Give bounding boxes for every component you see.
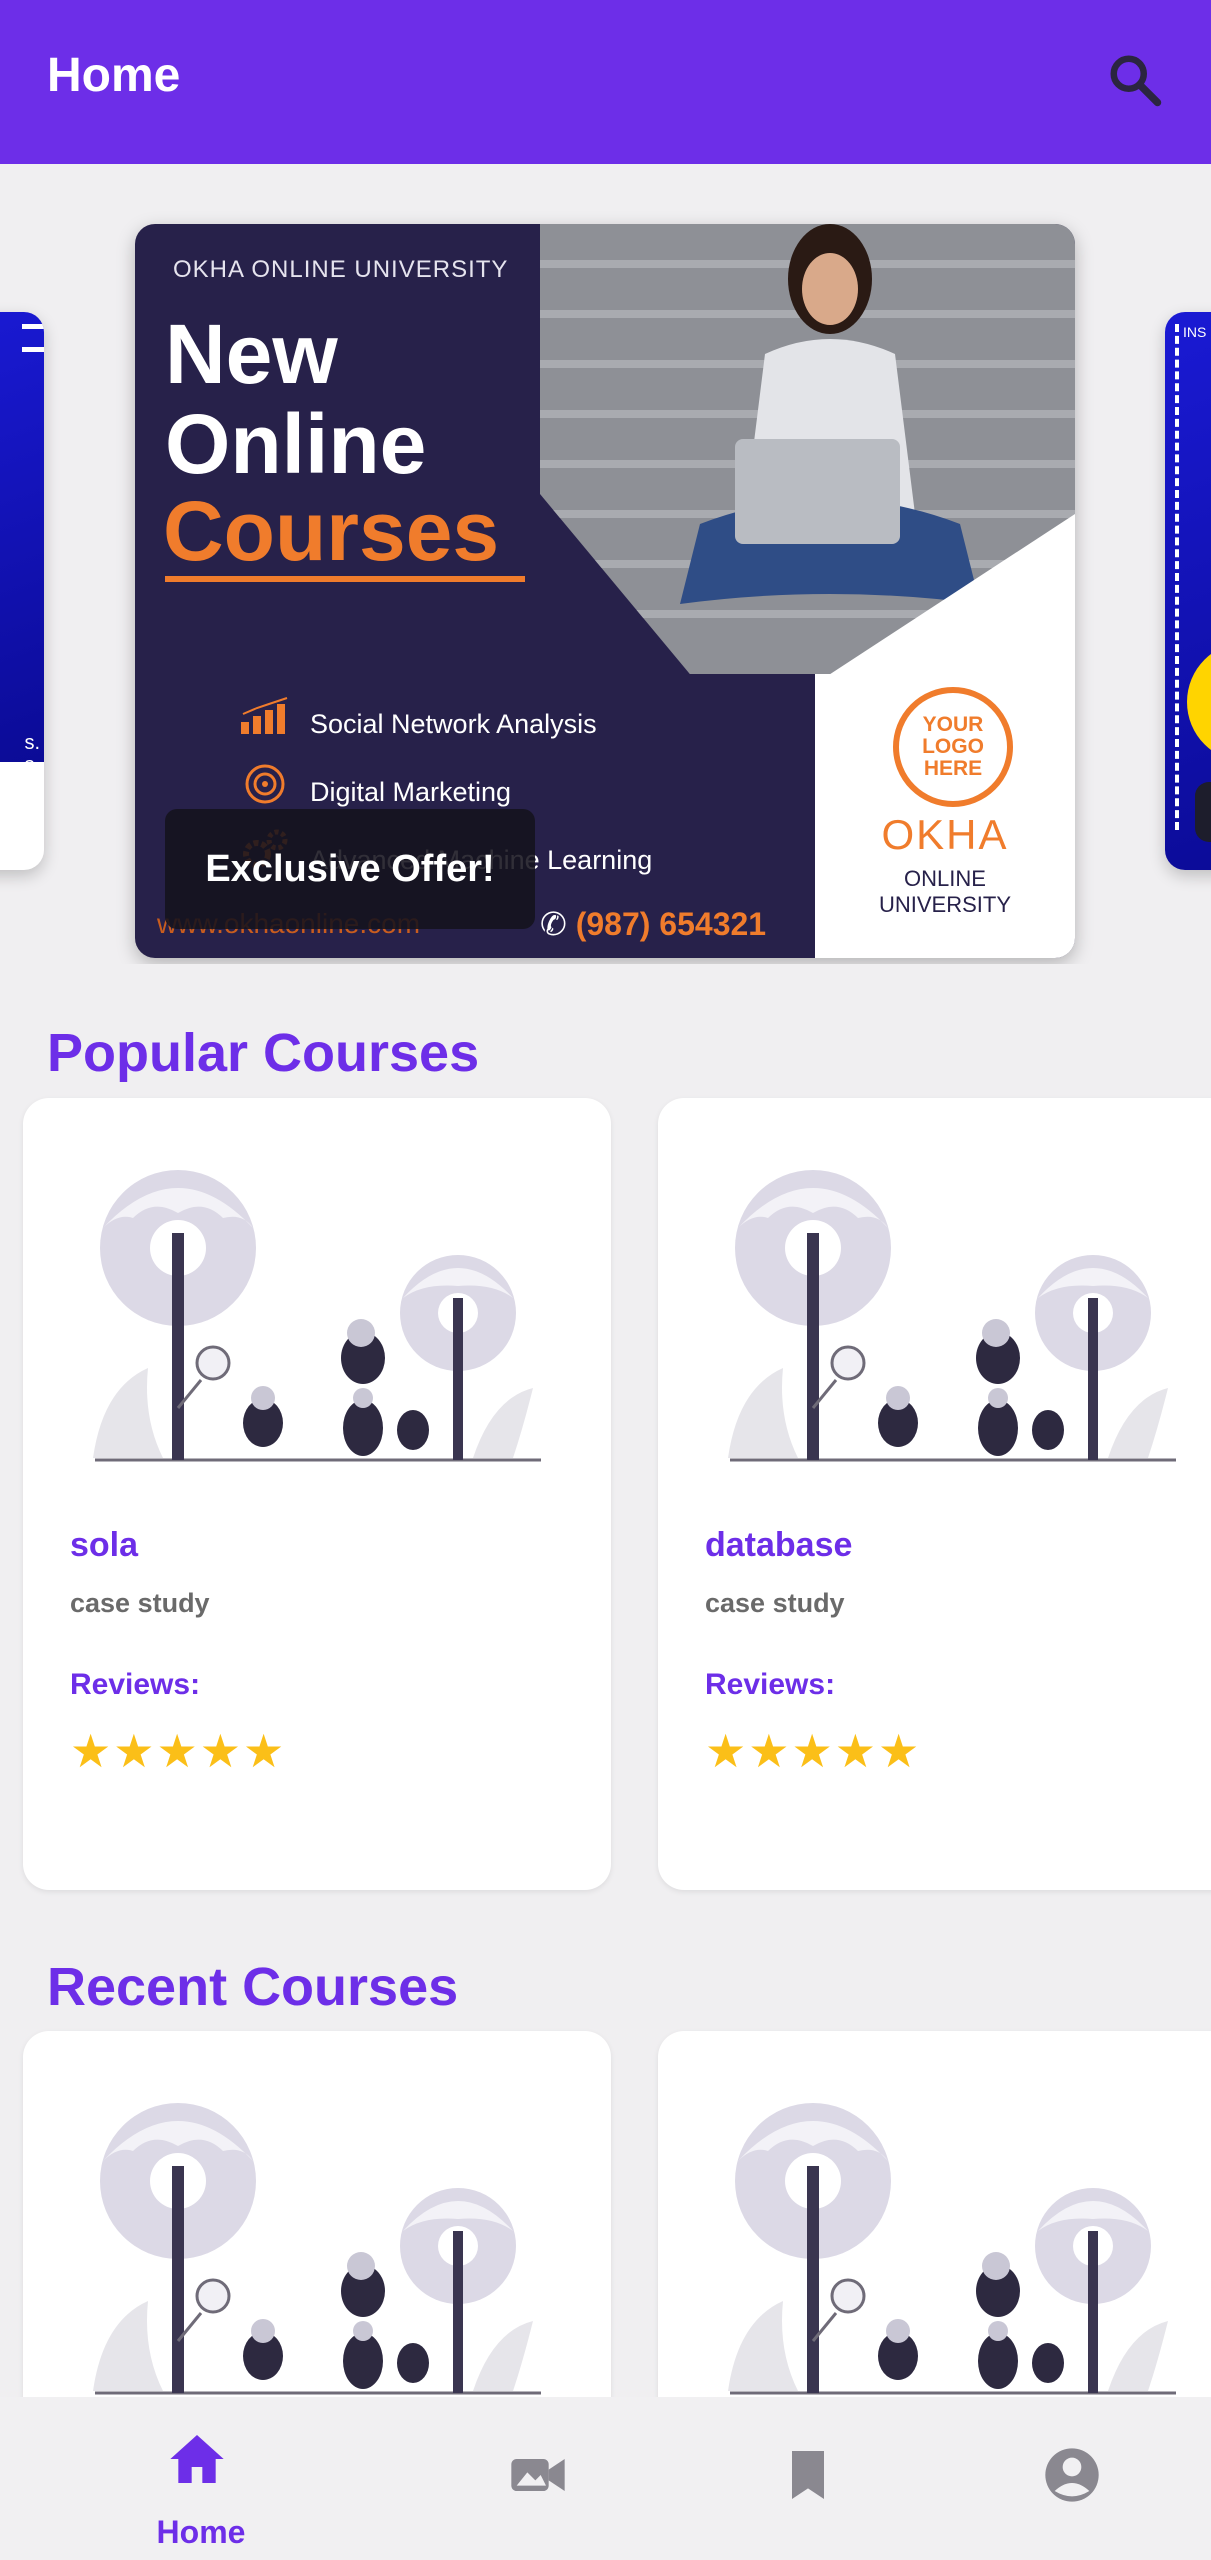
course-card[interactable]: database case study Reviews: ★★★★★ [658,1098,1211,1890]
banner-item-2: Digital Marketing [310,777,512,807]
course-subtitle: case study [705,1588,845,1618]
carousel-caption: Exclusive Offer! [165,809,535,929]
target-icon [245,764,285,804]
nav-item-home[interactable]: Home [50,2397,352,2560]
slide-text: s. s [24,732,40,776]
bottom-navigation: Home [0,2397,1211,2560]
star-rating: ★★★★★ [70,1725,287,1777]
course-illustration [728,2103,1176,2395]
course-title: database [705,1526,853,1564]
brand-name: OKHA [881,811,1009,858]
nav-item-bookmarks[interactable] [656,2397,958,2560]
popular-courses-heading: Popular Courses [47,1023,480,1083]
nav-item-videos[interactable] [386,2397,688,2560]
banner-underline [165,576,525,582]
home-icon [170,2435,224,2483]
reviews-label: Reviews: [70,1668,201,1701]
course-illustration [93,2103,541,2395]
course-card[interactable]: sola case study Reviews: ★★★★★ [23,1098,611,1890]
brand-subtitle: ONLINE UNIVERSITY [815,866,1075,918]
logo-line-1: YOUR [922,713,984,736]
logo-placeholder: YOUR LOGO HERE [893,687,1013,807]
promo-carousel[interactable]: s. s OKHA ONLINE UNIVERSITY New Online C… [0,164,1211,964]
page-title: Home [47,49,181,102]
carousel-slide-next[interactable]: INS [1165,312,1211,870]
banner-headline-3: Courses [163,484,500,578]
carousel-slide-current[interactable]: OKHA ONLINE UNIVERSITY New Online Course… [135,224,1075,958]
banner-headline-1: New [165,307,338,401]
banner-item-1: Social Network Analysis [310,709,597,739]
slide-graphic [1187,642,1211,762]
brand-subtitle-line-2: UNIVERSITY [878,892,1012,917]
recent-courses-heading: Recent Courses [47,1957,459,2017]
slide-text: INS [1183,324,1207,340]
phone-icon: ✆ [540,906,567,942]
banner-headline-2: Online [165,397,427,491]
slide-border [1175,324,1179,830]
video-icon [511,2459,565,2491]
brand-subtitle-line-1: ONLINE [904,866,986,891]
course-illustration [728,1170,1176,1462]
slide-image: s. s [0,312,44,776]
banner-phone: ✆ (987) 654321 [540,905,766,943]
nav-item-profile[interactable] [926,2397,1211,2560]
logo-line-3: HERE [923,757,983,780]
slide-button [1195,782,1211,842]
phone-number: (987) 654321 [575,906,767,942]
carousel-slide-previous[interactable]: s. s [0,312,44,870]
bookmark-icon [792,2451,824,2499]
course-subtitle: case study [70,1588,210,1618]
logo-line-2: LOGO [922,735,984,758]
course-illustration [93,1170,541,1462]
search-icon[interactable] [1105,50,1165,110]
account-icon [1045,2448,1099,2502]
banner-university: OKHA ONLINE UNIVERSITY [173,256,509,283]
app-bar: Home [0,0,1211,164]
course-title: sola [70,1526,139,1564]
reviews-label: Reviews: [705,1668,836,1701]
nav-label-home: Home [156,2514,246,2550]
bar-chart-icon [241,697,288,734]
star-rating: ★★★★★ [705,1725,922,1777]
